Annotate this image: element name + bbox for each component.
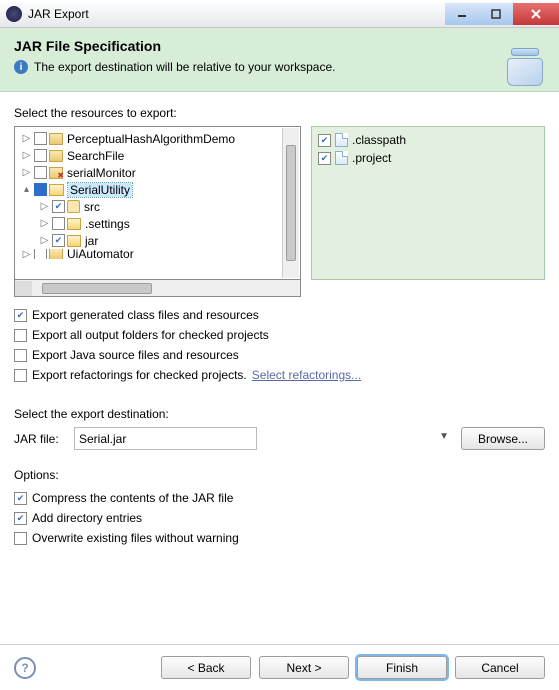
- option-label-1: Add directory entries: [32, 511, 142, 525]
- info-icon: i: [14, 60, 28, 74]
- expand-icon[interactable]: ▴: [21, 184, 32, 195]
- tree-item-label: jar: [85, 234, 98, 248]
- horizontal-scrollbar[interactable]: [14, 280, 301, 297]
- tree-checkbox[interactable]: [34, 149, 47, 162]
- tree-item-label: UiAutomator: [67, 249, 134, 259]
- file-icon: [335, 151, 348, 165]
- tree-item-label: .settings: [85, 217, 130, 231]
- jar-file-input[interactable]: [74, 427, 257, 450]
- folder-icon: [67, 218, 81, 230]
- tree-item[interactable]: ▷ PerceptualHashAlgorithmDemo: [17, 130, 298, 147]
- export-option-checkbox-2[interactable]: [14, 349, 27, 362]
- option-checkbox-0[interactable]: [14, 492, 27, 505]
- export-option-label-1: Export all output folders for checked pr…: [32, 328, 269, 342]
- export-option-label-2: Export Java source files and resources: [32, 348, 239, 362]
- header-banner: JAR File Specification i The export dest…: [0, 28, 559, 92]
- expand-icon[interactable]: ▷: [39, 218, 50, 229]
- tree-item-label: serialMonitor: [67, 166, 136, 180]
- tree-item-label: src: [84, 200, 100, 214]
- file-label: .project: [352, 151, 391, 165]
- export-refactorings-label: Export refactorings for checked projects…: [32, 368, 247, 382]
- dropdown-arrow-icon: ▼: [439, 431, 449, 442]
- jar-icon: [507, 44, 547, 86]
- options-label: Options:: [14, 468, 545, 482]
- tree-item[interactable]: ▷ SearchFile: [17, 147, 298, 164]
- tree-checkbox[interactable]: [34, 132, 47, 145]
- tree-item[interactable]: ▷ src: [17, 198, 298, 215]
- maximize-button[interactable]: [479, 3, 513, 25]
- tree-checkbox[interactable]: [34, 249, 47, 259]
- file-label: .classpath: [352, 133, 406, 147]
- tree-item[interactable]: ▷ UiAutomator: [17, 249, 298, 259]
- tree-item[interactable]: ▷ serialMonitor: [17, 164, 298, 181]
- expand-icon[interactable]: ▷: [21, 167, 32, 178]
- proj-icon: [49, 249, 63, 259]
- help-button[interactable]: ?: [14, 657, 36, 679]
- file-row[interactable]: .project: [318, 149, 538, 167]
- resources-label: Select the resources to export:: [14, 106, 545, 120]
- expand-icon[interactable]: ▷: [21, 249, 32, 259]
- page-subtitle: The export destination will be relative …: [34, 60, 335, 74]
- file-checkbox[interactable]: [318, 134, 331, 147]
- file-row[interactable]: .classpath: [318, 131, 538, 149]
- tree-checkbox[interactable]: [34, 183, 47, 196]
- file-icon: [335, 133, 348, 147]
- minimize-button[interactable]: [445, 3, 479, 25]
- export-refactorings-checkbox[interactable]: [14, 369, 27, 382]
- export-option-label-0: Export generated class files and resourc…: [32, 308, 259, 322]
- tree-checkbox[interactable]: [52, 217, 65, 230]
- page-heading: JAR File Specification: [14, 38, 545, 54]
- vertical-scrollbar[interactable]: [282, 128, 299, 278]
- expand-icon[interactable]: ▷: [21, 133, 32, 144]
- option-checkbox-1[interactable]: [14, 512, 27, 525]
- tree-item[interactable]: ▴ SerialUtility: [17, 181, 298, 198]
- finish-button[interactable]: Finish: [357, 656, 447, 679]
- file-checkbox[interactable]: [318, 152, 331, 165]
- expand-icon[interactable]: ▷: [39, 235, 50, 246]
- app-icon: [6, 6, 22, 22]
- destination-label: Select the export destination:: [14, 407, 545, 421]
- expand-icon[interactable]: ▷: [21, 150, 32, 161]
- tree-item[interactable]: ▷ .settings: [17, 215, 298, 232]
- file-list[interactable]: .classpath .project: [311, 126, 545, 280]
- proj-icon: [49, 133, 63, 145]
- resource-tree[interactable]: ▷PerceptualHashAlgorithmDemo▷SearchFile▷…: [14, 126, 301, 280]
- tree-item-label: SerialUtility: [68, 183, 132, 197]
- tree-checkbox[interactable]: [52, 200, 65, 213]
- jar-file-label: JAR file:: [14, 432, 66, 446]
- folder-icon: [67, 235, 81, 247]
- back-button[interactable]: < Back: [161, 656, 251, 679]
- option-label-2: Overwrite existing files without warning: [32, 531, 239, 545]
- select-refactorings-link[interactable]: Select refactorings...: [252, 368, 361, 382]
- next-button[interactable]: Next >: [259, 656, 349, 679]
- cancel-button[interactable]: Cancel: [455, 656, 545, 679]
- proj-icon: [49, 150, 63, 162]
- tree-checkbox[interactable]: [52, 234, 65, 247]
- option-label-0: Compress the contents of the JAR file: [32, 491, 233, 505]
- proj-open-icon: [49, 184, 64, 196]
- close-button[interactable]: [513, 3, 559, 25]
- tree-item-label: PerceptualHashAlgorithmDemo: [67, 132, 235, 146]
- export-option-checkbox-1[interactable]: [14, 329, 27, 342]
- window-title: JAR Export: [28, 7, 445, 21]
- export-option-checkbox-0[interactable]: [14, 309, 27, 322]
- pkg-icon: [67, 200, 80, 213]
- option-checkbox-2[interactable]: [14, 532, 27, 545]
- expand-icon[interactable]: ▷: [39, 201, 50, 212]
- proj-x-icon: [49, 167, 63, 179]
- tree-checkbox[interactable]: [34, 166, 47, 179]
- browse-button[interactable]: Browse...: [461, 427, 545, 450]
- tree-item-label: SearchFile: [67, 149, 124, 163]
- tree-item[interactable]: ▷ jar: [17, 232, 298, 249]
